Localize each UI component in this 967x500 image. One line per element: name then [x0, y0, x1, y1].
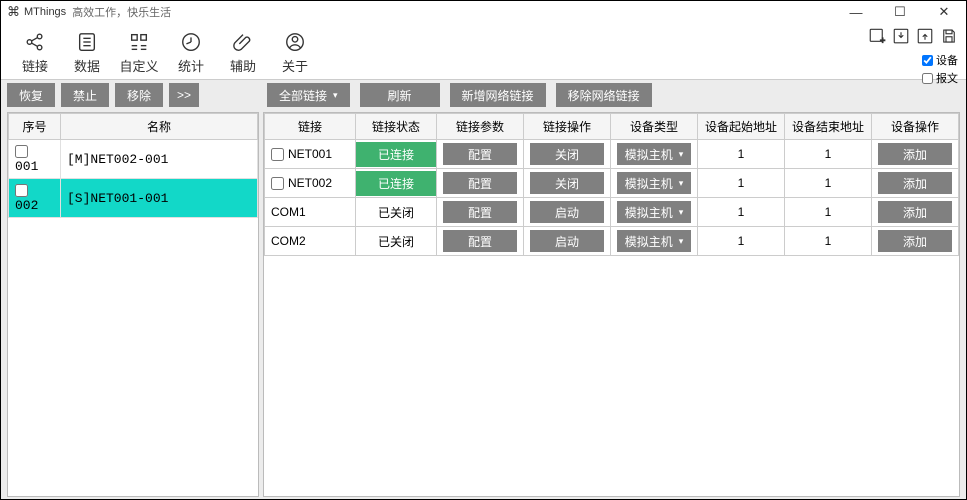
- tab-data[interactable]: 数据: [61, 23, 113, 79]
- add-link-button[interactable]: 新增网络链接: [450, 83, 546, 107]
- maximize-button[interactable]: ☐: [878, 1, 922, 23]
- grid-icon: [128, 28, 150, 56]
- link-name: NET002: [265, 169, 356, 198]
- end-addr: 1: [784, 198, 871, 227]
- add-device-button[interactable]: 添加: [878, 230, 952, 252]
- remove-button[interactable]: 移除: [115, 83, 163, 107]
- device-list-table: 序号 名称 001[M]NET002-001002[S]NET001-001: [8, 113, 258, 218]
- packet-check[interactable]: 报文: [922, 70, 958, 86]
- op-button[interactable]: 启动: [530, 230, 604, 252]
- clip-icon: [232, 28, 254, 56]
- table-row: NET001已连接配置关闭模拟主机▾ 11 添加: [265, 140, 959, 169]
- start-addr: 1: [697, 140, 784, 169]
- list-item[interactable]: 002[S]NET001-001: [9, 179, 258, 218]
- tab-about[interactable]: 关于: [269, 23, 321, 79]
- minimize-button[interactable]: —: [834, 1, 878, 23]
- add-device-button[interactable]: 添加: [878, 172, 952, 194]
- close-button[interactable]: ✕: [922, 1, 966, 23]
- right-panel: 全部链接▾ 刷新 新增网络链接 移除网络链接 链接 链接状态 链接参数 链接操作…: [261, 80, 966, 499]
- save-icon[interactable]: [940, 27, 958, 50]
- app-icon: ⌘: [7, 4, 20, 20]
- end-addr: 1: [784, 140, 871, 169]
- op-button[interactable]: 启动: [530, 201, 604, 223]
- main-toolbar: 链接 数据 自定义 统计 辅助 关于 + 设备 报文: [1, 23, 966, 79]
- links-table: 链接 链接状态 链接参数 链接操作 设备类型 设备起始地址 设备结束地址 设备操…: [264, 113, 959, 256]
- import-icon[interactable]: [892, 27, 910, 50]
- col-name: 名称: [61, 114, 258, 140]
- app-title: MThings: [24, 6, 66, 18]
- remove-link-button[interactable]: 移除网络链接: [556, 83, 652, 107]
- tab-assist[interactable]: 辅助: [217, 23, 269, 79]
- start-addr: 1: [697, 198, 784, 227]
- add-device-button[interactable]: 添加: [878, 143, 952, 165]
- chevron-down-icon: ▾: [679, 236, 684, 247]
- forbid-button[interactable]: 禁止: [61, 83, 109, 107]
- refresh-button[interactable]: 刷新: [360, 83, 440, 107]
- new-tab-icon[interactable]: +: [868, 27, 886, 50]
- config-button[interactable]: 配置: [443, 143, 517, 165]
- link-name: COM1: [265, 198, 356, 227]
- table-row: NET002已连接配置关闭模拟主机▾ 11 添加: [265, 169, 959, 198]
- clock-icon: [180, 28, 202, 56]
- status-badge: 已关闭: [356, 227, 437, 256]
- tab-link[interactable]: 链接: [9, 23, 61, 79]
- left-panel: 恢复 禁止 移除 >> 序号 名称 001[M]NET002-001002[S]…: [1, 80, 261, 499]
- type-select[interactable]: 模拟主机▾: [617, 143, 691, 165]
- app-slogan: 高效工作，快乐生活: [72, 4, 171, 20]
- type-select[interactable]: 模拟主机▾: [617, 201, 691, 223]
- device-check[interactable]: 设备: [922, 52, 958, 68]
- export-icon[interactable]: [916, 27, 934, 50]
- config-button[interactable]: 配置: [443, 230, 517, 252]
- config-button[interactable]: 配置: [443, 172, 517, 194]
- chevron-down-icon: ▾: [679, 207, 684, 218]
- row-checkbox[interactable]: [15, 184, 28, 197]
- op-button[interactable]: 关闭: [530, 172, 604, 194]
- status-badge: 已连接: [356, 171, 436, 196]
- titlebar: ⌘ MThings 高效工作，快乐生活 — ☐ ✕: [1, 1, 966, 23]
- next-button[interactable]: >>: [169, 83, 199, 107]
- list-item[interactable]: 001[M]NET002-001: [9, 140, 258, 179]
- tab-stats[interactable]: 统计: [165, 23, 217, 79]
- start-addr: 1: [697, 227, 784, 256]
- end-addr: 1: [784, 169, 871, 198]
- user-icon: [284, 28, 306, 56]
- chevron-down-icon: ▾: [333, 90, 338, 101]
- all-links-button[interactable]: 全部链接▾: [267, 83, 350, 107]
- op-button[interactable]: 关闭: [530, 143, 604, 165]
- chevron-down-icon: ▾: [679, 149, 684, 160]
- share-icon: [24, 28, 46, 56]
- row-checkbox[interactable]: [271, 148, 284, 161]
- type-select[interactable]: 模拟主机▾: [617, 230, 691, 252]
- link-name: NET001: [265, 140, 356, 169]
- svg-text:+: +: [880, 36, 885, 46]
- start-addr: 1: [697, 169, 784, 198]
- config-button[interactable]: 配置: [443, 201, 517, 223]
- col-seq: 序号: [9, 114, 61, 140]
- app-window: ⌘ MThings 高效工作，快乐生活 — ☐ ✕ 链接 数据 自定义 统计 辅…: [0, 0, 967, 500]
- end-addr: 1: [784, 227, 871, 256]
- add-device-button[interactable]: 添加: [878, 201, 952, 223]
- link-name: COM2: [265, 227, 356, 256]
- tab-custom[interactable]: 自定义: [113, 23, 165, 79]
- row-checkbox[interactable]: [15, 145, 28, 158]
- status-badge: 已连接: [356, 142, 436, 167]
- row-checkbox[interactable]: [271, 177, 284, 190]
- status-badge: 已关闭: [356, 198, 437, 227]
- table-row: COM1已关闭配置启动模拟主机▾ 11 添加: [265, 198, 959, 227]
- list-icon: [76, 28, 98, 56]
- table-row: COM2已关闭配置启动模拟主机▾ 11 添加: [265, 227, 959, 256]
- chevron-down-icon: ▾: [679, 178, 684, 189]
- restore-button[interactable]: 恢复: [7, 83, 55, 107]
- type-select[interactable]: 模拟主机▾: [617, 172, 691, 194]
